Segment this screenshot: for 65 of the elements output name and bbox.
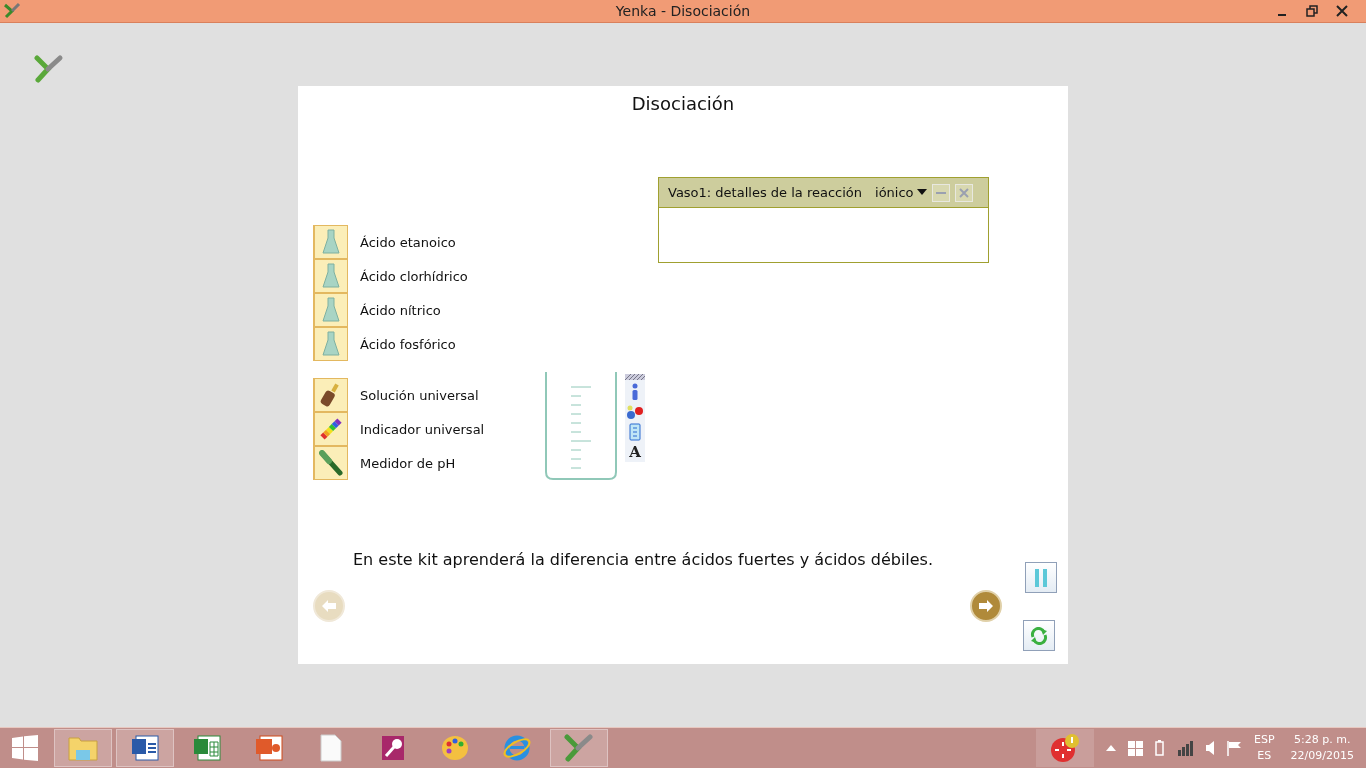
clock-time: 5:28 p. m. <box>1294 732 1351 748</box>
app-logo-icon <box>3 2 21 20</box>
app-logo-icon[interactable] <box>34 54 64 84</box>
pause-icon <box>1034 568 1048 587</box>
window-title: Yenka - Disociación <box>614 3 752 19</box>
speaker-icon[interactable] <box>1206 741 1214 755</box>
right-arrow-icon <box>979 600 993 612</box>
folder-icon <box>67 734 99 762</box>
reset-button[interactable] <box>1023 620 1055 651</box>
instruction-text: En este kit aprenderá la diferencia entre ácidos fuertes y ácidos débiles. <box>353 550 934 569</box>
close-button[interactable] <box>954 183 973 202</box>
battery-icon[interactable] <box>1155 740 1164 756</box>
caret-icon <box>916 189 927 196</box>
tool-button[interactable] <box>313 378 348 412</box>
flag-icon[interactable] <box>1226 740 1242 756</box>
taskbar-app[interactable] <box>116 729 174 767</box>
indicator-strip-icon <box>319 417 343 441</box>
blank-file-icon <box>319 734 343 762</box>
molecule-icon[interactable] <box>626 404 644 420</box>
ph-meter-icon <box>319 450 343 476</box>
windows-start-icon[interactable] <box>12 735 38 761</box>
tool-label: Ácido clorhídrico <box>360 268 468 284</box>
tool-label: Ácido etanoico <box>360 234 456 250</box>
hatch-icon[interactable] <box>625 374 645 380</box>
windows-icon[interactable] <box>1128 740 1143 756</box>
language-code: ESP <box>1254 732 1275 748</box>
tool-button[interactable] <box>313 412 348 446</box>
minimize-icon <box>935 190 946 195</box>
refresh-icon <box>1030 626 1048 645</box>
close-icon[interactable] <box>1336 5 1348 17</box>
left-arrow-icon <box>322 600 336 612</box>
beaker-drawing[interactable] <box>544 372 618 482</box>
restore-icon[interactable] <box>1306 5 1318 17</box>
tool-label: Indicador universal <box>360 421 485 437</box>
flask-icon <box>322 229 340 255</box>
flask-icon <box>322 263 340 289</box>
document-icon <box>130 734 160 762</box>
chevron-up-icon[interactable] <box>1106 745 1116 751</box>
palette-icon <box>440 734 470 762</box>
minimize-button[interactable] <box>931 183 950 202</box>
presentation-icon <box>254 734 284 762</box>
clock-date: 22/09/2015 <box>1290 748 1354 764</box>
close-icon <box>958 187 969 198</box>
pause-button[interactable] <box>1025 562 1057 593</box>
text-tool-button[interactable]: A <box>629 444 641 460</box>
notification-button[interactable] <box>1036 729 1094 767</box>
tool-button[interactable] <box>313 446 348 480</box>
tool-label: Ácido fosfórico <box>360 336 456 352</box>
flask-icon <box>322 297 340 323</box>
app-logo-icon <box>564 734 594 762</box>
flask-icon <box>322 331 340 357</box>
spreadsheet-icon <box>192 734 222 762</box>
kit-title: Disociación <box>630 93 736 114</box>
alert-icon <box>1050 733 1080 763</box>
browser-icon <box>502 734 532 762</box>
panel-title: Vaso1: detalles de la reacción <box>668 185 863 200</box>
signal-icon[interactable] <box>1176 740 1194 756</box>
keyboard-layout: ES <box>1257 748 1272 764</box>
tool-label: Solución universal <box>360 387 479 403</box>
tool-label: Ácido nítrico <box>360 302 441 318</box>
mode-dropdown[interactable]: iónico <box>875 185 927 200</box>
beaker-icon[interactable] <box>629 423 641 441</box>
info-icon[interactable] <box>629 383 641 401</box>
next-button[interactable] <box>970 590 1002 622</box>
tool-label: Medidor de pH <box>360 455 456 471</box>
